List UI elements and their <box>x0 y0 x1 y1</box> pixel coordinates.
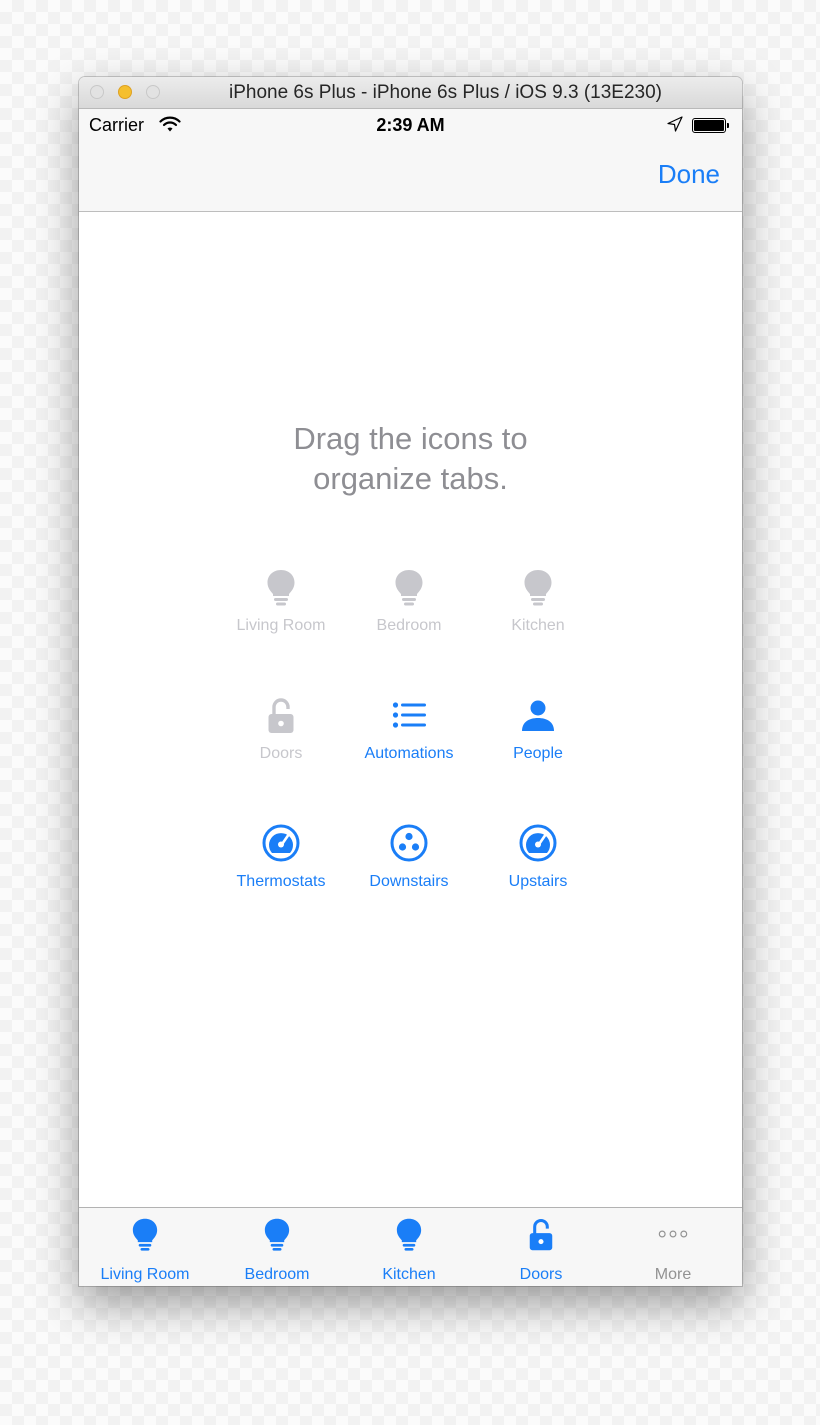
tab-label: Kitchen <box>382 1266 436 1283</box>
close-window-button[interactable] <box>90 85 104 99</box>
simulator-window: iPhone 6s Plus - iPhone 6s Plus / iOS 9.… <box>79 77 742 1286</box>
grid-item-label: Downstairs <box>369 873 449 890</box>
lightbulb-icon <box>395 570 423 606</box>
customize-tabs-view: Drag the icons to organize tabs. Living … <box>79 212 742 1207</box>
lightbulb-icon <box>396 1218 422 1251</box>
grid-item-label: Upstairs <box>508 873 568 890</box>
grid-item-label: Kitchen <box>511 617 565 634</box>
lightbulb-icon <box>264 1218 290 1251</box>
tab-doors[interactable]: Doors <box>475 1208 607 1286</box>
tab-living-room[interactable]: Living Room <box>79 1208 211 1286</box>
lightbulb-icon <box>267 570 295 606</box>
tab-bedroom[interactable]: Bedroom <box>211 1208 343 1286</box>
minimize-window-button[interactable] <box>118 85 132 99</box>
grid-item-label: Thermostats <box>236 873 326 890</box>
status-clock: 2:39 AM <box>376 115 445 135</box>
grid-item-label: Living Room <box>236 617 326 634</box>
tab-bar: Living Room Bedroom Kitchen Doors More <box>79 1207 742 1286</box>
grid-item-upstairs[interactable]: Upstairs <box>473 823 603 903</box>
grid-item-label: Doors <box>259 745 303 762</box>
grid-item-living-room[interactable]: Living Room <box>216 567 346 647</box>
unlocked-lock-icon <box>268 698 294 733</box>
grid-item-doors[interactable]: Doors <box>216 695 346 775</box>
unlocked-lock-icon <box>529 1218 553 1251</box>
instruction-line-2: organize tabs. <box>313 461 508 496</box>
lightbulb-icon <box>132 1218 158 1251</box>
grid-item-people[interactable]: People <box>473 695 603 775</box>
done-button[interactable]: Done <box>658 159 720 190</box>
grid-item-automations[interactable]: Automations <box>344 695 474 775</box>
grid-item-bedroom[interactable]: Bedroom <box>344 567 474 647</box>
grid-item-thermostats[interactable]: Thermostats <box>216 823 346 903</box>
instruction-line-1: Drag the icons to <box>293 421 528 456</box>
grid-item-downstairs[interactable]: Downstairs <box>344 823 474 903</box>
window-titlebar: iPhone 6s Plus - iPhone 6s Plus / iOS 9.… <box>79 77 742 109</box>
navigation-bar: Done <box>79 141 742 212</box>
gauge-icon <box>262 824 300 862</box>
tab-label: Living Room <box>100 1266 190 1283</box>
battery-icon <box>692 118 729 133</box>
instruction-text: Drag the icons to organize tabs. <box>79 419 742 499</box>
grid-item-label: Automations <box>364 745 454 762</box>
grid-item-label: Bedroom <box>376 617 442 634</box>
status-bar: Carrier 2:39 AM <box>79 109 742 141</box>
tab-label: More <box>654 1266 692 1283</box>
gauge-icon <box>519 824 557 862</box>
tab-kitchen[interactable]: Kitchen <box>343 1208 475 1286</box>
more-dots-icon <box>658 1230 688 1238</box>
tab-label: Doors <box>519 1266 563 1283</box>
list-icon <box>392 702 426 728</box>
three-dots-circle-icon <box>390 824 428 862</box>
lightbulb-icon <box>524 570 552 606</box>
tab-more[interactable]: More <box>607 1208 739 1286</box>
grid-item-kitchen[interactable]: Kitchen <box>473 567 603 647</box>
window-title: iPhone 6s Plus - iPhone 6s Plus / iOS 9.… <box>228 82 663 103</box>
grid-item-label: People <box>513 745 563 762</box>
tab-label: Bedroom <box>244 1266 310 1283</box>
person-icon <box>522 700 554 731</box>
location-arrow-icon <box>667 116 683 132</box>
